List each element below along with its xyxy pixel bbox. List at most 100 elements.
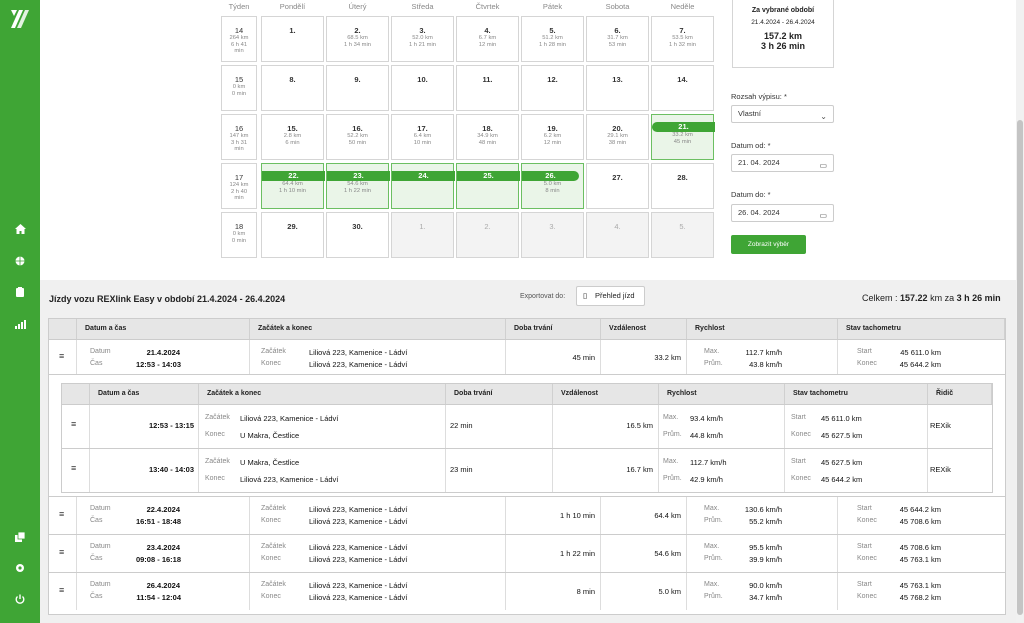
speed-max-label: Max. [663,414,679,421]
day-duration: 38 min [608,140,627,146]
day-duration: 8 min [545,188,560,194]
day-cell[interactable]: 11. [456,65,519,111]
day-cell[interactable]: 1. [391,212,454,258]
globe-icon[interactable] [10,254,30,268]
day-cell[interactable]: 3. 52.0 km 1 h 21 min [391,16,454,62]
cell-divider [77,497,250,534]
calendar-header: Sobota [605,2,630,11]
day-distance: 52.2 km [347,133,368,139]
day-cell[interactable]: 8. [261,65,324,111]
trip-duration: 1 h 10 min [559,511,595,520]
day-cell[interactable]: 24. [391,163,455,209]
day-cell[interactable]: 28. [651,163,714,209]
speed-avg-label: Prům. [704,360,723,367]
day-cell[interactable]: 25. [456,163,520,209]
scrollbar-thumb[interactable] [1017,120,1023,615]
speed-max-label: Max. [704,348,720,355]
end-label: Konec [261,555,281,562]
home-icon[interactable] [10,222,30,236]
day-cell[interactable]: 20. 29.1 km 38 min [586,114,649,160]
cell-divider [250,535,506,572]
odometer-end-label: Konec [857,593,877,600]
expand-menu-icon[interactable]: ≡ [59,547,64,557]
day-duration: 12 min [478,42,497,48]
trip-start-address: Liliová 223, Kamenice - Ládví [309,581,408,590]
export-trips-button[interactable]: ▯ Přehled jízd [576,286,645,306]
day-cell[interactable]: 29. [261,212,324,258]
day-cell[interactable]: 4. [586,212,649,258]
day-cell[interactable]: 3. [521,212,584,258]
calendar-icon[interactable]: ▭ [819,158,827,174]
total-prefix: Celkem : [862,293,898,303]
expand-menu-icon[interactable]: ≡ [71,419,76,429]
week-number: 16 [234,124,244,133]
power-icon[interactable] [10,592,30,606]
date-to-input[interactable]: 26. 04. 2024 ▭ [731,204,834,222]
day-duration: 1 h 28 min [538,42,567,48]
expand-menu-icon[interactable]: ≡ [59,509,64,519]
day-duration: 12 min [543,140,562,146]
day-number: 4. [614,222,621,231]
day-cell[interactable]: 4. 6.7 km 12 min [456,16,519,62]
selected-range-bar: 26. [522,171,579,181]
chart-icon[interactable] [10,317,30,331]
day-cell[interactable]: 14. [651,65,714,111]
day-cell[interactable]: 26. 5.0 km 8 min [521,163,584,209]
odometer-start-label: Start [791,458,806,465]
day-cell[interactable]: 18. 34.9 km 48 min [456,114,519,160]
day-cell[interactable]: 2. 68.5 km 1 h 34 min [326,16,389,62]
day-cell[interactable]: 5. [651,212,714,258]
day-cell[interactable]: 13. [586,65,649,111]
date-from-input[interactable]: 21. 04. 2024 ▭ [731,154,834,172]
day-cell[interactable]: 17. 6.4 km 10 min [391,114,454,160]
expand-menu-icon[interactable]: ≡ [59,351,64,361]
total-summary: Celkem : 157.22 km za 3 h 26 min [862,293,1001,303]
day-cell[interactable]: 10. [391,65,454,111]
day-cell[interactable]: 6. 31.7 km 53 min [586,16,649,62]
day-cell[interactable]: 27. [586,163,649,209]
trip-duration: 45 min [572,352,595,362]
expand-menu-icon[interactable]: ≡ [71,463,76,473]
trip-end-address: Liliová 223, Kamenice - Ládví [309,360,408,369]
calendar-icon[interactable]: ▭ [819,208,827,224]
day-cell[interactable]: 21. 33.2 km 45 min [651,114,715,160]
calendar-header: Pondělí [279,2,306,11]
range-select[interactable]: Vlastní ⌄ [731,105,834,123]
scrollbar[interactable] [1016,0,1024,623]
gear-icon[interactable] [10,561,30,575]
clipboard-icon[interactable] [10,285,30,299]
day-cell[interactable]: 15. 2.8 km 6 min [261,114,324,160]
trip-distance: 64.4 km [654,511,681,520]
driver-name: REXik [930,421,951,430]
day-number: 8. [289,75,296,84]
week-cell: 16 147 km 3 h 31 min [221,114,257,160]
odometer-start-label: Start [791,414,806,421]
day-distance: 52.0 km [412,35,433,41]
day-cell[interactable]: 22. 64.4 km 1 h 10 min [261,163,325,209]
week-duration: 0 min [231,90,247,97]
day-distance: 33.2 km [672,132,693,138]
selected-range-bar: 22. [262,171,325,181]
day-cell[interactable]: 5. 51.2 km 1 h 28 min [521,16,584,62]
day-cell[interactable]: 23. 54.6 km 1 h 22 min [326,163,390,209]
expand-menu-icon[interactable]: ≡ [59,585,64,595]
day-distance: 34.9 km [477,133,498,139]
day-cell[interactable]: 2. [456,212,519,258]
trips-section: Jízdy vozu REXlink Easy v období 21.4.20… [40,280,1016,623]
show-selection-button[interactable]: Zobrazit výběr [731,235,806,254]
day-number: 1. [289,26,296,35]
logo-icon[interactable] [9,8,31,30]
day-cell[interactable]: 30. [326,212,389,258]
sub-table-header: Stav tachometru [785,384,928,404]
day-cell[interactable]: 7. 53.5 km 1 h 32 min [651,16,714,62]
day-cell[interactable]: 12. [521,65,584,111]
day-cell[interactable]: 9. [326,65,389,111]
day-distance: 53.5 km [672,35,693,41]
day-cell[interactable]: 19. 6.2 km 12 min [521,114,584,160]
trip-duration: 1 h 22 min [559,549,595,558]
day-distance: 5.0 km [543,181,562,187]
cell-divider [199,405,446,448]
day-cell[interactable]: 1. [261,16,324,62]
day-cell[interactable]: 16. 52.2 km 50 min [326,114,389,160]
layers-icon[interactable] [10,530,30,544]
